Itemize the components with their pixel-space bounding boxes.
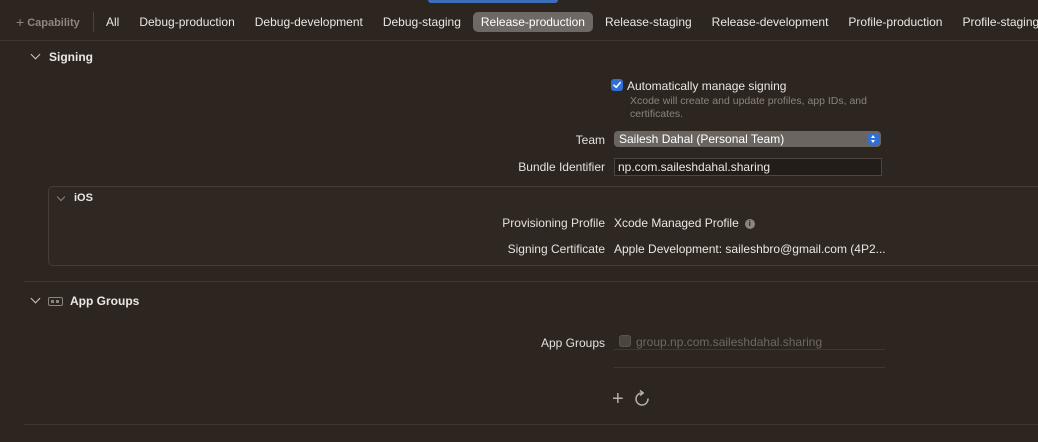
auto-manage-signing-checkbox[interactable] [611, 79, 623, 91]
signing-certificate-value: Apple Development: saileshbro@gmail.com … [614, 242, 886, 256]
app-groups-capability-icon [48, 297, 63, 306]
app-group-checkbox[interactable] [619, 335, 631, 347]
tab-profile-staging[interactable]: Profile-staging [954, 12, 1038, 32]
app-groups-row-divider [614, 349, 885, 350]
tab-profile-production[interactable]: Profile-production [840, 12, 950, 32]
app-groups-label: App Groups [540, 336, 605, 350]
signing-certificate-label: Signing Certificate [507, 242, 605, 256]
build-configuration-tabbar: + Capability All Debug-production Debug-d… [0, 0, 1038, 41]
team-popup-button[interactable]: Sailesh Dahal (Personal Team) [614, 131, 881, 147]
info-icon[interactable]: i [744, 219, 755, 229]
popup-chevrons-icon [868, 133, 879, 145]
tab-release-staging[interactable]: Release-staging [597, 12, 700, 32]
section-divider-bottom [24, 424, 1038, 425]
app-group-value: group.np.com.saileshdahal.sharing [636, 335, 823, 349]
app-groups-disclosure-chevron-icon[interactable] [30, 293, 41, 304]
auto-manage-signing-label: Automatically manage signing [627, 79, 787, 93]
bundle-identifier-value: np.com.saileshdahal.sharing [618, 160, 771, 174]
plus-icon: + [16, 14, 25, 30]
add-capability-button[interactable]: + Capability [16, 13, 80, 30]
provisioning-profile-value-row: Xcode Managed Profile i [614, 216, 755, 230]
provisioning-profile-label: Provisioning Profile [502, 216, 605, 230]
bundle-identifier-label: Bundle Identifier [518, 160, 605, 174]
signing-section-title: Signing [49, 50, 93, 64]
section-divider [24, 281, 1038, 282]
tab-release-production[interactable]: Release-production [472, 12, 593, 32]
bundle-identifier-field[interactable]: np.com.saileshdahal.sharing [614, 158, 882, 176]
tab-all[interactable]: All [98, 12, 127, 32]
configuration-tabs: All Debug-production Debug-development D… [98, 12, 1038, 32]
provisioning-profile-value: Xcode Managed Profile [614, 216, 739, 230]
checkmark-icon [613, 81, 621, 89]
team-label: Team [575, 133, 605, 147]
auto-manage-help-line2: certificates. [630, 108, 684, 120]
ios-section-title: iOS [74, 192, 93, 204]
tab-debug-staging[interactable]: Debug-staging [375, 12, 469, 32]
signing-disclosure-chevron-icon[interactable] [30, 49, 41, 60]
app-groups-list-bottom [614, 367, 885, 368]
tab-debug-development[interactable]: Debug-development [247, 12, 371, 32]
auto-manage-help-line1: Xcode will create and update profiles, a… [630, 95, 867, 107]
team-value: Sailesh Dahal (Personal Team) [619, 132, 785, 146]
capability-label: Capability [27, 17, 80, 29]
refresh-icon[interactable] [634, 390, 650, 408]
tabbar-divider [93, 12, 94, 32]
app-groups-section-title: App Groups [70, 294, 140, 308]
add-app-group-button[interactable]: + [612, 389, 624, 409]
tab-release-development[interactable]: Release-development [704, 12, 837, 32]
tab-debug-production[interactable]: Debug-production [131, 12, 242, 32]
plus-icon: + [612, 388, 624, 410]
